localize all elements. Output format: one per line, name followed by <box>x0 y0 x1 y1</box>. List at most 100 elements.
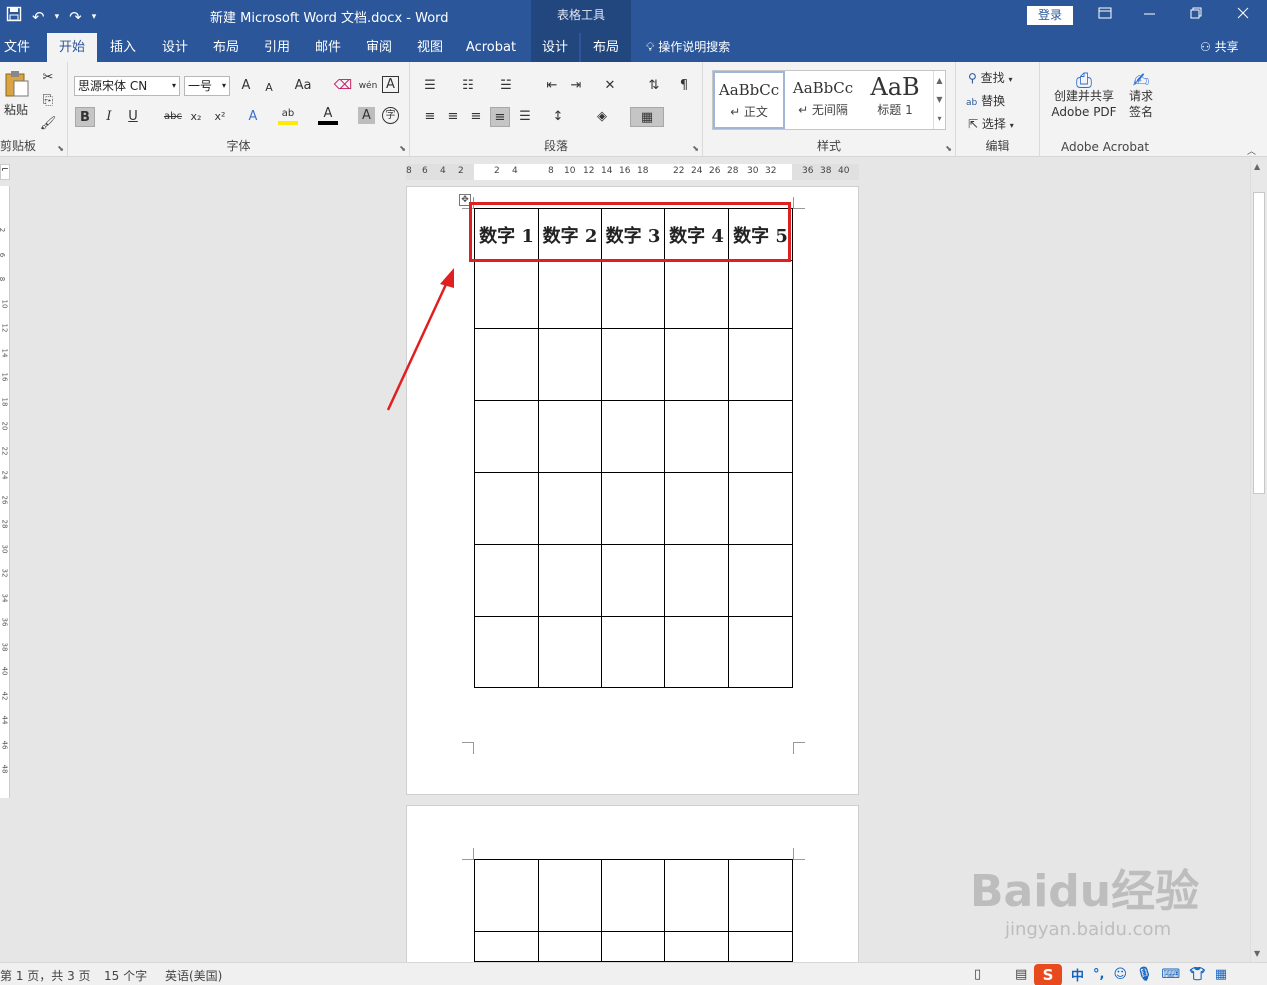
chevron-down-icon[interactable]: ▼ <box>934 90 945 109</box>
character-border-icon[interactable]: A <box>382 76 399 93</box>
vertical-ruler[interactable]: 2681012141618202224262830323436384042444… <box>0 186 10 798</box>
font-launcher-icon[interactable]: ⬊ <box>399 144 406 153</box>
table-cell[interactable] <box>601 328 665 401</box>
decrease-indent-icon[interactable]: ⇤ <box>542 76 562 96</box>
change-case-icon[interactable]: Aa <box>288 76 318 96</box>
scroll-down-icon[interactable]: ▼ <box>1254 949 1260 958</box>
tab-acrobat[interactable]: Acrobat <box>461 33 521 62</box>
bold-button[interactable]: B <box>75 107 95 127</box>
paragraph-launcher-icon[interactable]: ⬊ <box>692 144 699 153</box>
ime-mode[interactable]: 中 <box>1071 965 1084 984</box>
scroll-up-icon[interactable]: ▲ <box>1254 162 1260 171</box>
table-cell[interactable] <box>664 328 729 401</box>
table-cell[interactable] <box>664 400 729 473</box>
table-cell[interactable] <box>538 400 602 473</box>
table-cell[interactable] <box>664 260 729 329</box>
sort-icon[interactable]: ⇅ <box>644 76 664 96</box>
chevron-up-icon[interactable]: ▲ <box>934 71 945 90</box>
create-pdf-button[interactable]: ⎙ 创建并共享 Adobe PDF <box>1048 70 1120 120</box>
tab-insert[interactable]: 插入 <box>102 33 144 62</box>
tab-review[interactable]: 审阅 <box>358 33 400 62</box>
table-cell[interactable] <box>664 931 729 962</box>
table-cell[interactable] <box>728 931 793 962</box>
sogou-logo-icon[interactable]: S <box>1034 963 1062 985</box>
print-layout-icon[interactable]: ▤ <box>1015 967 1027 982</box>
tab-design[interactable]: 设计 <box>154 33 196 62</box>
table-cell[interactable] <box>601 616 665 688</box>
font-name-combo[interactable]: 思源宋体 CN ▾ <box>74 76 180 96</box>
ribbon-display-icon[interactable] <box>1098 6 1112 24</box>
select-button[interactable]: ⇱ 选择 ▾ <box>968 116 1014 134</box>
gallery-more-icon[interactable]: ▾ <box>934 109 945 128</box>
style-heading-1[interactable]: AaB 标题 1 <box>859 71 931 129</box>
underline-button[interactable]: U <box>123 107 143 127</box>
bullets-icon[interactable]: ☰ <box>420 76 440 96</box>
table-cell[interactable] <box>728 400 793 473</box>
italic-button[interactable]: I <box>99 107 119 127</box>
clear-formatting-icon[interactable]: ⌫ <box>333 76 353 96</box>
highlight-icon[interactable]: ab <box>278 107 298 125</box>
scrollbar-thumb[interactable] <box>1253 192 1265 494</box>
login-button[interactable]: 登录 <box>1027 6 1073 25</box>
table-cell[interactable] <box>728 328 793 401</box>
styles-launcher-icon[interactable]: ⬊ <box>945 144 952 153</box>
tell-me-search[interactable]: 💡︎ 操作说明搜索 <box>646 33 730 62</box>
keyboard-icon[interactable]: ⌨ <box>1162 967 1181 982</box>
table-cell[interactable] <box>474 544 539 617</box>
find-button[interactable]: ⚲ 查找 ▾ <box>968 70 1012 88</box>
clipboard-launcher-icon[interactable]: ⬊ <box>57 144 64 153</box>
save-icon[interactable] <box>6 6 22 27</box>
horizontal-ruler[interactable]: 8 6 4 2 2 4 8 10 12 14 16 18 22 24 26 28… <box>406 164 859 180</box>
table-cell[interactable] <box>664 616 729 688</box>
tab-references[interactable]: 引用 <box>256 33 298 62</box>
table-cell[interactable] <box>601 400 665 473</box>
skin-icon[interactable]: 👕︎ <box>1189 967 1206 982</box>
table-cell[interactable] <box>474 616 539 688</box>
text-effects-icon[interactable]: A <box>243 107 263 127</box>
tab-layout[interactable]: 布局 <box>205 33 247 62</box>
style-normal[interactable]: AaBbCc ↵ 正文 <box>713 71 785 129</box>
restore-icon[interactable] <box>1190 6 1202 24</box>
microphone-icon[interactable]: 🎙︎ <box>1136 967 1153 982</box>
tab-home[interactable]: 开始 <box>47 33 97 62</box>
font-size-combo[interactable]: 一号 ▾ <box>184 76 230 96</box>
multilevel-list-icon[interactable]: ☱ <box>496 76 516 96</box>
show-formatting-icon[interactable]: ¶ <box>674 76 694 96</box>
justify-icon[interactable]: ≡ <box>490 107 510 127</box>
grow-font-icon[interactable]: A <box>236 76 256 96</box>
asian-layout-icon[interactable]: ✕ <box>600 76 620 96</box>
table-cell[interactable] <box>538 616 602 688</box>
tab-file[interactable]: 文件 <box>0 33 34 62</box>
table-cell[interactable] <box>538 260 602 329</box>
table-cell[interactable] <box>474 400 539 473</box>
subscript-button[interactable]: x₂ <box>186 107 206 127</box>
tab-view[interactable]: 视图 <box>409 33 451 62</box>
paste-button[interactable]: 粘贴 <box>4 70 30 118</box>
character-shading-icon[interactable]: A <box>358 107 375 124</box>
table-cell[interactable] <box>538 472 602 545</box>
customize-qat-icon[interactable]: ▾ <box>92 7 97 27</box>
align-left-icon[interactable]: ≡ <box>420 107 440 127</box>
table-cell[interactable] <box>601 260 665 329</box>
table-cell[interactable] <box>728 260 793 329</box>
numbering-icon[interactable]: ☷ <box>458 76 478 96</box>
strikethrough-button[interactable]: abc <box>161 107 185 127</box>
minimize-icon[interactable] <box>1144 6 1156 24</box>
table-cell[interactable] <box>474 472 539 545</box>
word-count[interactable]: 15 个字 <box>104 967 147 984</box>
table-cell[interactable] <box>601 931 665 962</box>
table-cell[interactable] <box>474 859 539 932</box>
emoji-icon[interactable]: ☺ <box>1113 967 1127 982</box>
tab-mailings[interactable]: 邮件 <box>307 33 349 62</box>
table-cell[interactable] <box>728 544 793 617</box>
copy-icon[interactable]: ⎘ <box>38 91 58 111</box>
table-cell[interactable] <box>538 544 602 617</box>
distributed-icon[interactable]: ☰ <box>515 107 535 127</box>
table-cell[interactable] <box>728 616 793 688</box>
gallery-scroll[interactable]: ▲ ▼ ▾ <box>933 71 945 129</box>
request-signature-button[interactable]: ✍ 请求 签名 <box>1124 70 1158 120</box>
table-cell[interactable] <box>728 472 793 545</box>
borders-icon[interactable]: ▦ <box>630 107 664 127</box>
style-no-spacing[interactable]: AaBbCc ↵ 无间隔 <box>787 71 859 129</box>
table-cell[interactable] <box>474 260 539 329</box>
